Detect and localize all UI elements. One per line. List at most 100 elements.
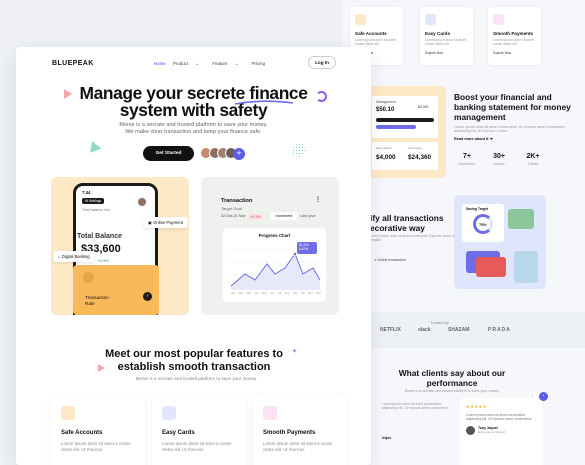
more-options-icon[interactable]: ⋮ bbox=[315, 196, 321, 203]
online-transaction-label: ● Online transaction bbox=[374, 258, 406, 262]
stat-clients: 2K+ Clients bbox=[518, 153, 548, 166]
last-year-tab[interactable]: Last year bbox=[300, 214, 316, 218]
management-value: $50.10 bbox=[376, 107, 395, 113]
feature-title: Safe Accounts bbox=[355, 31, 387, 36]
x-tick: Dec bbox=[316, 292, 321, 295]
logo-prada: PRADA bbox=[488, 327, 511, 333]
star-rating-icon: ★★★★★ bbox=[466, 404, 487, 409]
progress-chart: Progress Chart $1,200 5.42% Jan Feb Mar Apr M… bbox=[223, 228, 326, 302]
feature-title: Easy Cards bbox=[425, 31, 451, 36]
sparkle-decoration: ✦ bbox=[292, 349, 298, 355]
back-feature-card-payments[interactable]: Smooth Payments Lorem ipsum dolor sit am… bbox=[488, 7, 541, 65]
x-tick: Jan bbox=[231, 292, 236, 295]
landing-page: BLUEPEAK Home Product ⌄ Feature ⌄ Pricin… bbox=[16, 47, 371, 465]
settings-chip[interactable]: ⚙ Settings bbox=[82, 198, 105, 204]
bar-dark bbox=[376, 118, 434, 122]
saving-panel: Saving Target 75% bbox=[454, 195, 546, 289]
bar-accent bbox=[376, 125, 416, 129]
x-axis-labels: Jan Feb Mar Apr May Jun Jul Aug Sep Oct Nov Dec bbox=[231, 292, 321, 295]
testimonial-card: ★★★★★ Lorem ipsum dolor sit amet consect… bbox=[460, 398, 542, 465]
saving-pct: 75% bbox=[478, 221, 487, 227]
chevron-left-icon[interactable]: ‹ bbox=[528, 392, 537, 401]
prev-testimonial-text: Lorem ipsum dolor sit amet consectetur a… bbox=[382, 402, 448, 411]
boost-desc: Lorem ipsum dolor sit amet consectetur. … bbox=[454, 125, 565, 134]
x-tick: May bbox=[261, 292, 267, 295]
back-feature-card-cards[interactable]: Easy Cards Lorem ipsum dolor sit amet co… bbox=[420, 7, 473, 65]
card-icon bbox=[162, 406, 176, 420]
transaction-rate-card[interactable]: › bbox=[73, 265, 159, 315]
stat-value: 7+ bbox=[463, 153, 471, 160]
x-tick: Jun bbox=[270, 292, 275, 295]
x-tick: Oct bbox=[300, 292, 305, 295]
saving-card: Saving Target 75% bbox=[462, 204, 504, 242]
nav-item-product[interactable]: Product ⌄ bbox=[173, 61, 205, 66]
target-goal-label: Target Goal bbox=[221, 206, 242, 211]
stat-value: 30+ bbox=[493, 153, 505, 160]
bank-icon: ⌂ bbox=[58, 254, 61, 259]
trusted-by-label: Trusted by bbox=[430, 320, 449, 325]
feature-desc: Lorem ipsum dolor sit amet conse ctetur … bbox=[425, 38, 466, 47]
stat-experience: 7+ Experience bbox=[452, 153, 482, 166]
date-range: 22 Oct-21 Nov bbox=[221, 214, 246, 218]
feature-title: Smooth Payments bbox=[493, 31, 534, 36]
online-payment-label: Online Payment bbox=[153, 220, 183, 225]
logo-shazam: SHAZAM bbox=[448, 327, 470, 333]
chevron-down-icon: ⌄ bbox=[234, 61, 239, 66]
settings-label: Settings bbox=[89, 199, 102, 203]
x-tick: Apr bbox=[254, 292, 259, 295]
dot-icon: ● bbox=[374, 258, 377, 262]
arrow-right-icon[interactable]: › bbox=[143, 292, 152, 301]
stat-label: Clients bbox=[527, 162, 539, 166]
payment-icon bbox=[493, 14, 504, 25]
total-balance-label: Total Balance bbox=[77, 233, 122, 240]
x-tick: Sep bbox=[292, 292, 298, 295]
explore-link[interactable]: Explore Now bbox=[425, 51, 469, 55]
triangle-decoration bbox=[86, 139, 102, 153]
x-tick: Mar bbox=[246, 292, 252, 295]
feature-card-easy-cards[interactable]: Easy Cards Lorem ipsum dolor sit amet a … bbox=[152, 395, 246, 465]
stats-card: Expenditure $4,000 Upcoming $24,360 bbox=[372, 142, 438, 170]
stat-awards: 30+ Awards bbox=[484, 153, 514, 166]
read-more-link[interactable]: Read more about it ➔ bbox=[454, 136, 493, 141]
testimonial-text: Lorem ipsum dolor sit amet consectetur a… bbox=[466, 413, 532, 422]
x-tick: Feb bbox=[238, 292, 244, 295]
testimonial-role: Entrepreneur Anand bbox=[478, 430, 505, 435]
chevron-down-icon: ⌄ bbox=[195, 61, 200, 66]
increment-tab[interactable]: Increment bbox=[271, 212, 297, 220]
person-image bbox=[514, 251, 538, 283]
shield-icon bbox=[355, 14, 366, 25]
get-started-button[interactable]: Get Started bbox=[143, 146, 194, 161]
tooltip-pct: 5.42% bbox=[299, 247, 309, 251]
line-chart bbox=[230, 242, 321, 290]
balance-change: +5.4% bbox=[97, 258, 109, 263]
stat-value: 2K+ bbox=[526, 153, 540, 160]
expenditure-label: Expenditure bbox=[376, 146, 393, 150]
gear-icon: ⚙ bbox=[85, 199, 89, 203]
feature-title: Safe Accounts bbox=[61, 430, 103, 436]
clients-heading: What clients say about our performance bbox=[398, 368, 506, 388]
features-heading: Meet our most popular features to establ… bbox=[105, 348, 283, 373]
explore-link[interactable]: Explore Now bbox=[493, 51, 537, 55]
feature-card-safe-accounts[interactable]: Safe Accounts Lorem ipsum dolor sit amet… bbox=[51, 395, 145, 465]
logo[interactable]: BLUEPEAK bbox=[52, 60, 94, 67]
saving-label: Saving Target bbox=[466, 207, 489, 211]
dots-decoration bbox=[292, 143, 306, 157]
balance-info-label: Total balance Info bbox=[82, 208, 111, 212]
x-tick: Jul bbox=[277, 292, 282, 295]
nav-label: Feature bbox=[212, 61, 228, 66]
transaction-title: Transaction bbox=[221, 198, 253, 204]
login-button[interactable]: Log In bbox=[308, 56, 336, 69]
management-label: Management bbox=[376, 100, 396, 104]
nav-item-home[interactable]: Home bbox=[154, 61, 166, 66]
underline-decoration bbox=[234, 100, 294, 105]
online-payment-chip: ▣ Online Payment bbox=[143, 217, 188, 228]
chevron-right-icon[interactable]: › bbox=[539, 392, 548, 401]
feature-card-smooth-payments[interactable]: Smooth Payments Lorem ipsum dolor sit am… bbox=[253, 395, 347, 465]
plus-icon[interactable]: + bbox=[233, 148, 245, 160]
logo-slack: slack bbox=[418, 327, 431, 333]
balance-showcase: 7:44 ⚙ Settings Total balance Info Total… bbox=[51, 177, 189, 315]
triangle-decoration bbox=[64, 89, 72, 99]
nav-item-feature[interactable]: Feature ⌄ bbox=[212, 61, 244, 66]
nav-label: Product bbox=[172, 61, 189, 66]
nav-item-pricing[interactable]: Pricing bbox=[252, 61, 265, 66]
